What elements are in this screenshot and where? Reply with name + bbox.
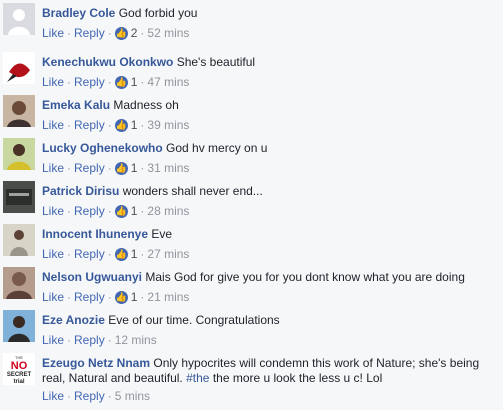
- avatar[interactable]: [3, 52, 35, 84]
- comment: Lucky Oghenekowho God hv mercy on u Like…: [0, 138, 503, 178]
- comment-author[interactable]: Emeka Kalu: [42, 98, 110, 112]
- reaction-count[interactable]: 👍 2: [114, 26, 137, 41]
- comment-text: Eve: [151, 227, 173, 241]
- like-button[interactable]: Like: [42, 204, 64, 218]
- comment-feed: Bradley Cole God forbid you Like · Reply · 👍…: [0, 0, 503, 410]
- reply-button[interactable]: Reply: [74, 75, 105, 89]
- comment-timestamp[interactable]: 5 mins: [115, 389, 150, 403]
- comment-text: God hv mercy on u: [166, 141, 268, 155]
- thumbs-up-icon: 👍: [114, 162, 128, 176]
- comment-timestamp[interactable]: 52 mins: [147, 26, 189, 40]
- comment: Emeka Kalu Madness oh Like · Reply · 👍 1 · 39 m…: [0, 95, 503, 135]
- reply-button[interactable]: Reply: [74, 26, 105, 40]
- like-button[interactable]: Like: [42, 118, 64, 132]
- comment-text: Mais God for give you for you dont know …: [145, 270, 465, 284]
- comment: Bradley Cole God forbid you Like · Reply · 👍…: [0, 3, 503, 43]
- like-button[interactable]: Like: [42, 290, 64, 304]
- comment-timestamp[interactable]: 21 mins: [147, 290, 189, 304]
- comment-text: Madness oh: [113, 98, 179, 112]
- comment-text: wonders shall never end...: [122, 184, 263, 198]
- reaction-count[interactable]: 👍 1: [114, 290, 137, 305]
- thumbs-up-icon: 👍: [114, 205, 128, 219]
- reply-button[interactable]: Reply: [74, 290, 105, 304]
- comment-text-continued: the more u look the less u c! Lol: [212, 371, 383, 385]
- like-button[interactable]: Like: [42, 161, 64, 175]
- comment: THE NO SECRET trial Ezeugo Netz Nnam Onl…: [0, 353, 503, 409]
- thumbs-up-icon: 👍: [114, 27, 128, 41]
- thumbs-up-icon: 👍: [114, 119, 128, 133]
- avatar-logo-text-bottom: trial: [13, 379, 24, 385]
- like-button[interactable]: Like: [42, 26, 64, 40]
- avatar[interactable]: [3, 181, 35, 213]
- avatar[interactable]: [3, 224, 35, 256]
- reply-button[interactable]: Reply: [74, 118, 105, 132]
- reaction-count[interactable]: 👍 1: [114, 247, 137, 262]
- comment: Nelson Ugwuanyi Mais God for give you fo…: [0, 267, 503, 307]
- avatar[interactable]: [3, 138, 35, 170]
- comment-author[interactable]: Nelson Ugwuanyi: [42, 270, 142, 284]
- avatar[interactable]: [3, 267, 35, 299]
- reaction-count[interactable]: 👍 1: [114, 161, 137, 176]
- comment-timestamp[interactable]: 39 mins: [147, 118, 189, 132]
- comment-text: She's beautiful: [176, 55, 256, 69]
- comment-author[interactable]: Patrick Dirisu: [42, 184, 119, 198]
- comment-author[interactable]: Bradley Cole: [42, 6, 115, 20]
- avatar[interactable]: [3, 95, 35, 127]
- comment: Innocent Ihunenye Eve Like · Reply · 👍 1 · 27 m…: [0, 224, 503, 264]
- hashtag-link[interactable]: #the: [186, 371, 209, 385]
- like-button[interactable]: Like: [42, 247, 64, 261]
- comment-author[interactable]: Lucky Oghenekowho: [42, 141, 163, 155]
- comment-timestamp[interactable]: 28 mins: [147, 204, 189, 218]
- comment-timestamp[interactable]: 27 mins: [147, 247, 189, 261]
- comment: Patrick Dirisu wonders shall never end..…: [0, 181, 503, 221]
- avatar[interactable]: [3, 310, 35, 342]
- reaction-count[interactable]: 👍 1: [114, 75, 137, 90]
- avatar[interactable]: THE NO SECRET trial: [3, 353, 35, 385]
- comment-text: Eve of our time. Congratulations: [108, 313, 280, 327]
- comment: Eze Anozie Eve of our time. Congratulati…: [0, 310, 503, 350]
- thumbs-up-icon: 👍: [114, 291, 128, 305]
- comment-author[interactable]: Kenechukwu Okonkwo: [42, 55, 173, 69]
- reply-button[interactable]: Reply: [74, 389, 105, 403]
- comment-timestamp[interactable]: 47 mins: [147, 75, 189, 89]
- comment-author[interactable]: Innocent Ihunenye: [42, 227, 148, 241]
- reply-button[interactable]: Reply: [74, 161, 105, 175]
- like-button[interactable]: Like: [42, 333, 64, 347]
- avatar-logo-text-mid: SECRET: [7, 372, 32, 378]
- reply-button[interactable]: Reply: [74, 333, 105, 347]
- comment-text: God forbid you: [118, 6, 198, 20]
- thumbs-up-icon: 👍: [114, 248, 128, 262]
- avatar[interactable]: [3, 3, 35, 35]
- comment-author[interactable]: Ezeugo Netz Nnam: [42, 356, 150, 370]
- comment-timestamp[interactable]: 31 mins: [147, 161, 189, 175]
- reply-button[interactable]: Reply: [74, 204, 105, 218]
- reply-button[interactable]: Reply: [74, 247, 105, 261]
- avatar-logo-text-main: NO: [11, 360, 28, 372]
- reaction-count[interactable]: 👍 1: [114, 204, 137, 219]
- thumbs-up-icon: 👍: [114, 76, 128, 90]
- comment-author[interactable]: Eze Anozie: [42, 313, 105, 327]
- like-button[interactable]: Like: [42, 389, 64, 403]
- comment-timestamp[interactable]: 12 mins: [115, 333, 157, 347]
- reaction-count[interactable]: 👍 1: [114, 118, 137, 133]
- like-button[interactable]: Like: [42, 75, 64, 89]
- comment: Kenechukwu Okonkwo She's beautiful Like ·…: [0, 52, 503, 92]
